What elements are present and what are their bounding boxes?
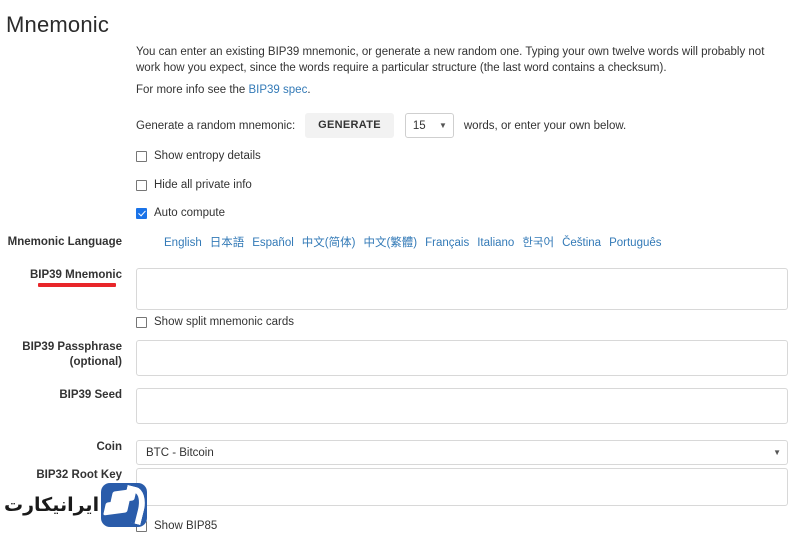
bip39-seed-row: BIP39 Seed xyxy=(0,388,800,424)
generate-suffix-label: words, or enter your own below. xyxy=(463,119,627,132)
bip39-seed-input[interactable] xyxy=(136,388,788,424)
label-bip39-mnemonic: BIP39 Mnemonic xyxy=(29,269,122,281)
coin-select[interactable]: BTC - BitcoinBTC - Bitcoin TestnetETH - … xyxy=(136,440,788,465)
intro-paragraph-2-suffix: . xyxy=(307,84,311,96)
option-row-show-entropy-details[interactable]: Show entropy details xyxy=(136,150,261,162)
watermark-logo: ایرانیکارت xyxy=(4,482,148,528)
label-show-entropy-details: Show entropy details xyxy=(154,150,261,162)
watermark-card-icon xyxy=(101,483,148,527)
language-link-6[interactable]: Italiano xyxy=(477,237,514,249)
option-row-hide-all-private-info[interactable]: Hide all private info xyxy=(136,179,252,191)
label-auto-compute: Auto compute xyxy=(154,207,225,219)
bip39-passphrase-row: BIP39 Passphrase (optional) xyxy=(0,340,800,376)
bip39-mnemonic-field-wrap xyxy=(136,268,800,310)
bip39-passphrase-field-wrap xyxy=(136,340,800,376)
checkbox-auto-compute[interactable] xyxy=(136,207,147,219)
language-link-2[interactable]: Español xyxy=(252,237,294,249)
label-bip39-passphrase-line1: BIP39 Passphrase xyxy=(22,341,122,353)
annotation-underline-bip39-mnemonic xyxy=(38,283,116,287)
intro-paragraph-2-prefix: For more info see the xyxy=(136,84,249,96)
page-title: Mnemonic xyxy=(6,12,110,37)
label-coin: Coin xyxy=(96,441,122,453)
generate-button[interactable]: GENERATE xyxy=(305,113,394,138)
coin-row: Coin BTC - BitcoinBTC - Bitcoin TestnetE… xyxy=(0,440,800,465)
bip39-spec-link[interactable]: BIP39 spec xyxy=(249,84,308,96)
language-link-1[interactable]: 日本語 xyxy=(210,237,245,249)
bip39-passphrase-input[interactable] xyxy=(136,340,788,376)
watermark-logo-text: ایرانیکارت xyxy=(4,494,100,516)
label-mnemonic-language: Mnemonic Language xyxy=(7,236,122,248)
word-count-select-wrap: 3691215182124 ▼ xyxy=(394,113,454,138)
option-row-show-split-mnemonic-cards[interactable]: Show split mnemonic cards xyxy=(136,316,294,328)
label-bip39-seed: BIP39 Seed xyxy=(59,389,122,401)
option-row-show-bip85[interactable]: Show BIP85 xyxy=(136,520,217,532)
label-bip32-root-key: BIP32 Root Key xyxy=(36,469,122,481)
option-row-auto-compute[interactable]: Auto compute xyxy=(136,207,225,219)
language-link-8[interactable]: Čeština xyxy=(562,237,601,249)
language-link-9[interactable]: Português xyxy=(609,237,661,249)
coin-select-wrap: BTC - BitcoinBTC - Bitcoin TestnetETH - … xyxy=(136,440,788,465)
checkbox-show-entropy-details[interactable] xyxy=(136,150,147,162)
bip39-mnemonic-row: BIP39 Mnemonic xyxy=(0,268,800,310)
label-bip39-passphrase-line2: (optional) xyxy=(69,356,122,368)
language-link-3[interactable]: 中文(简体) xyxy=(302,237,356,249)
label-bip39-passphrase: BIP39 Passphrase (optional) xyxy=(0,340,122,370)
checkbox-hide-all-private-info[interactable] xyxy=(136,179,147,191)
label-show-bip85: Show BIP85 xyxy=(154,520,218,532)
bip39-seed-field-wrap xyxy=(136,388,800,424)
generate-row: Generate a random mnemonic: GENERATE 369… xyxy=(136,113,626,138)
label-hide-all-private-info: Hide all private info xyxy=(154,179,252,191)
checkbox-show-split-mnemonic-cards[interactable] xyxy=(136,316,147,328)
language-link-7[interactable]: 한국어 xyxy=(522,237,554,249)
word-count-select[interactable]: 3691215182124 xyxy=(404,113,454,138)
language-link-list: English 日本語 Español 中文(简体) 中文(繁體) Français Ita… xyxy=(164,234,662,250)
label-show-split-mnemonic-cards: Show split mnemonic cards xyxy=(154,316,294,328)
intro-paragraph-2: For more info see the BIP39 spec. xyxy=(136,82,788,98)
intro-paragraph-1: You can enter an existing BIP39 mnemonic… xyxy=(136,46,765,74)
language-link-0[interactable]: English xyxy=(164,237,202,249)
language-link-4[interactable]: 中文(繁體) xyxy=(363,237,417,249)
bip32-root-key-field-wrap xyxy=(136,468,800,506)
generate-prefix-label: Generate a random mnemonic: xyxy=(136,119,296,132)
language-link-5[interactable]: Français xyxy=(425,237,469,249)
bip39-mnemonic-input[interactable] xyxy=(136,268,788,310)
bip32-root-key-input[interactable] xyxy=(136,468,788,506)
